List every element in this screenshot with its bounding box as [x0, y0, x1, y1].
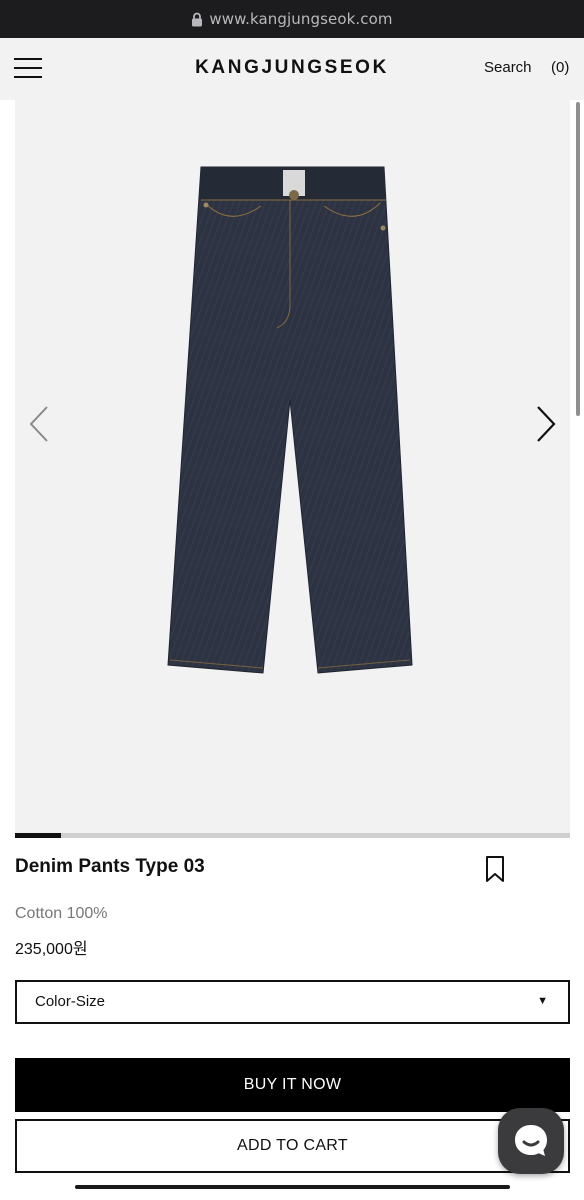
select-label: Color-Size [35, 993, 106, 1010]
browser-address-bar[interactable]: www.kangjungseok.com [0, 0, 584, 38]
product-material: Cotton 100% [15, 905, 108, 922]
home-indicator [75, 1185, 510, 1189]
lock-icon [191, 12, 203, 27]
buy-now-button[interactable]: BUY IT NOW [15, 1058, 570, 1112]
url-text: www.kangjungseok.com [209, 10, 393, 28]
product-image [167, 166, 413, 674]
search-link[interactable]: Search [484, 59, 532, 76]
color-size-select[interactable]: Color-Size ▼ [15, 980, 570, 1024]
chevron-left-icon[interactable] [27, 405, 51, 448]
dropdown-caret-icon: ▼ [537, 995, 548, 1007]
chat-bubble-icon[interactable] [498, 1108, 564, 1174]
site-header: KANGJUNGSEOK Search (0) [0, 38, 584, 100]
bookmark-icon[interactable] [484, 855, 506, 888]
product-price: 235,000원 [15, 941, 88, 958]
page-scrollbar[interactable] [576, 102, 580, 416]
gallery-progress-fill [15, 833, 62, 838]
product-gallery[interactable] [15, 100, 570, 833]
gallery-progress [15, 833, 570, 838]
cart-count-link[interactable]: (0) [551, 59, 569, 76]
chevron-right-icon[interactable] [534, 405, 558, 448]
add-to-cart-button[interactable]: ADD TO CART [15, 1119, 570, 1173]
product-title: Denim Pants Type 03 [15, 856, 205, 877]
